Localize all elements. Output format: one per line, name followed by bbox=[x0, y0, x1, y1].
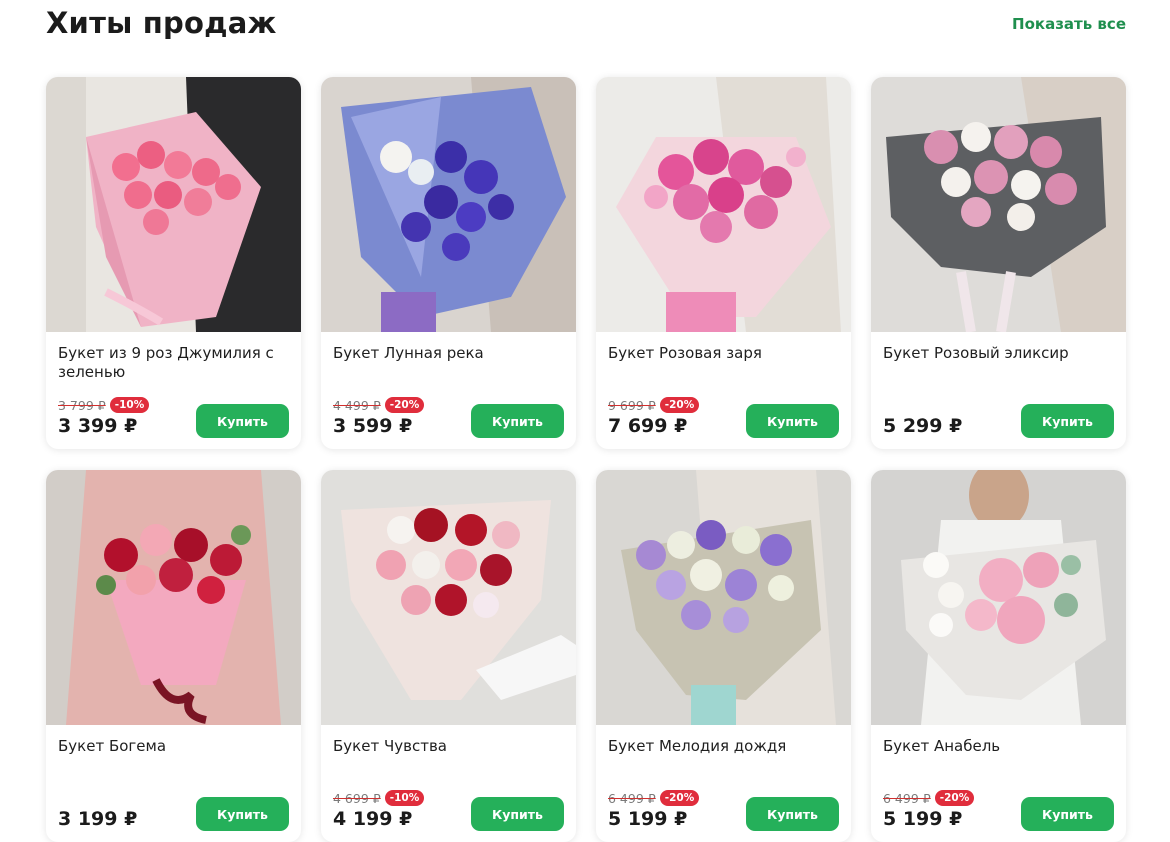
buy-button[interactable]: Купить bbox=[471, 797, 564, 831]
product-card[interactable]: Букет Богема 3 199 ₽ Купить bbox=[46, 470, 301, 842]
product-name[interactable]: Букет Анабель bbox=[883, 737, 1115, 756]
product-price: 3 599 ₽ bbox=[333, 415, 413, 437]
old-price-row: 4 699 ₽ -10% bbox=[333, 788, 425, 808]
product-name[interactable]: Букет из 9 роз Джумилия с зеленью bbox=[58, 344, 290, 382]
product-card[interactable]: Букет Розовый эликсир 5 299 ₽ Купить bbox=[871, 77, 1126, 449]
discount-badge: -20% bbox=[934, 790, 975, 806]
product-card[interactable]: Букет Мелодия дождя 6 499 ₽ -20% 5 199 ₽… bbox=[596, 470, 851, 842]
old-price: 3 799 ₽ bbox=[58, 397, 106, 413]
old-price: 4 499 ₽ bbox=[333, 397, 381, 413]
product-name[interactable]: Букет Розовая заря bbox=[608, 344, 840, 363]
buy-button[interactable]: Купить bbox=[1021, 797, 1114, 831]
product-name[interactable]: Букет Розовый эликсир bbox=[883, 344, 1115, 363]
product-photo[interactable] bbox=[871, 77, 1126, 332]
product-price: 5 299 ₽ bbox=[883, 415, 963, 437]
old-price: 6 499 ₽ bbox=[883, 790, 931, 806]
buy-button[interactable]: Купить bbox=[746, 404, 839, 438]
product-price: 5 199 ₽ bbox=[883, 808, 963, 830]
old-price-row: 4 499 ₽ -20% bbox=[333, 395, 425, 415]
discount-badge: -20% bbox=[384, 397, 425, 413]
product-price: 3 199 ₽ bbox=[58, 808, 138, 830]
old-price: 4 699 ₽ bbox=[333, 790, 381, 806]
buy-button[interactable]: Купить bbox=[196, 797, 289, 831]
discount-badge: -20% bbox=[659, 397, 700, 413]
product-photo[interactable] bbox=[321, 470, 576, 725]
discount-badge: -20% bbox=[659, 790, 700, 806]
product-name[interactable]: Букет Чувства bbox=[333, 737, 565, 756]
old-price: 6 499 ₽ bbox=[608, 790, 656, 806]
product-price: 5 199 ₽ bbox=[608, 808, 688, 830]
product-card[interactable]: Букет Розовая заря 9 699 ₽ -20% 7 699 ₽ … bbox=[596, 77, 851, 449]
buy-button[interactable]: Купить bbox=[196, 404, 289, 438]
product-name[interactable]: Букет Мелодия дождя bbox=[608, 737, 840, 756]
old-price-row: 9 699 ₽ -20% bbox=[608, 395, 700, 415]
product-price: 4 199 ₽ bbox=[333, 808, 413, 830]
buy-button[interactable]: Купить bbox=[471, 404, 564, 438]
product-card[interactable]: Букет из 9 роз Джумилия с зеленью 3 799 … bbox=[46, 77, 301, 449]
product-photo[interactable] bbox=[46, 77, 301, 332]
show-all-link[interactable]: Показать все bbox=[1012, 15, 1126, 33]
product-photo[interactable] bbox=[46, 470, 301, 725]
buy-button[interactable]: Купить bbox=[746, 797, 839, 831]
product-photo[interactable] bbox=[871, 470, 1126, 725]
product-photo[interactable] bbox=[596, 77, 851, 332]
discount-badge: -10% bbox=[109, 397, 150, 413]
product-name[interactable]: Букет Лунная река bbox=[333, 344, 565, 363]
old-price-row: 3 799 ₽ -10% bbox=[58, 395, 150, 415]
product-card[interactable]: Букет Анабель 6 499 ₽ -20% 5 199 ₽ Купит… bbox=[871, 470, 1126, 842]
product-price: 3 399 ₽ bbox=[58, 415, 138, 437]
product-card[interactable]: Букет Лунная река 4 499 ₽ -20% 3 599 ₽ К… bbox=[321, 77, 576, 449]
buy-button[interactable]: Купить bbox=[1021, 404, 1114, 438]
product-photo[interactable] bbox=[596, 470, 851, 725]
product-name[interactable]: Букет Богема bbox=[58, 737, 290, 756]
old-price-row: 6 499 ₽ -20% bbox=[608, 788, 700, 808]
section-header: Хиты продаж Показать все bbox=[46, 0, 1126, 52]
old-price-row: 6 499 ₽ -20% bbox=[883, 788, 975, 808]
product-card[interactable]: Букет Чувства 4 699 ₽ -10% 4 199 ₽ Купит… bbox=[321, 470, 576, 842]
product-price: 7 699 ₽ bbox=[608, 415, 688, 437]
product-photo[interactable] bbox=[321, 77, 576, 332]
discount-badge: -10% bbox=[384, 790, 425, 806]
old-price: 9 699 ₽ bbox=[608, 397, 656, 413]
section-title: Хиты продаж bbox=[46, 6, 277, 40]
